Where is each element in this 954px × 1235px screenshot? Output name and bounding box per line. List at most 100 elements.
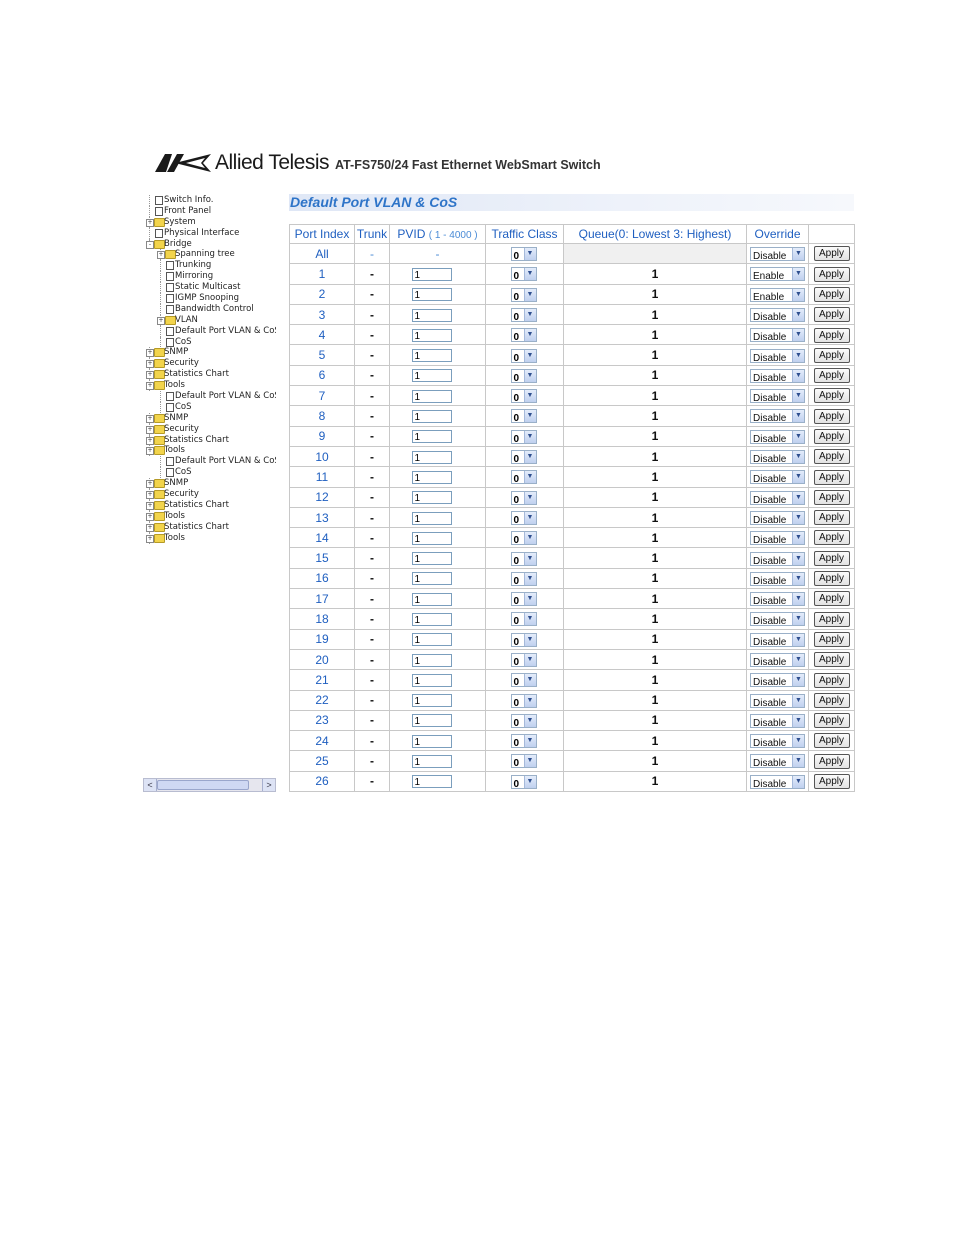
- apply-button[interactable]: Apply: [813, 713, 850, 729]
- expand-icon[interactable]: +: [146, 512, 154, 521]
- expand-icon[interactable]: +: [146, 349, 154, 358]
- override-all-select[interactable]: Disable ▼: [750, 247, 805, 262]
- tree-item[interactable]: + Statistics Chart: [143, 499, 276, 511]
- tree-item-label[interactable]: Tools: [164, 533, 185, 544]
- expand-icon[interactable]: +: [146, 447, 154, 456]
- expand-icon[interactable]: +: [146, 414, 154, 423]
- pvid-input[interactable]: 1: [411, 511, 452, 525]
- tree-item[interactable]: Bandwidth Control: [143, 303, 276, 315]
- pvid-input[interactable]: 1: [411, 714, 452, 728]
- pvid-input[interactable]: 1: [411, 369, 452, 383]
- tree-item[interactable]: + SNMP: [143, 347, 276, 359]
- override-select[interactable]: Disable ▼: [750, 754, 805, 769]
- expand-icon[interactable]: +: [146, 382, 154, 391]
- apply-button[interactable]: Apply: [813, 489, 850, 505]
- apply-button[interactable]: Apply: [813, 733, 850, 749]
- tree-item-label[interactable]: Bandwidth Control: [175, 304, 254, 315]
- expand-icon[interactable]: +: [146, 480, 154, 489]
- pvid-input[interactable]: 1: [411, 410, 452, 424]
- tree-item-label[interactable]: Static Multicast: [175, 282, 240, 293]
- pvid-input[interactable]: 1: [411, 673, 452, 687]
- tree-item[interactable]: + VLAN: [143, 314, 276, 326]
- tree-item[interactable]: + Tools: [143, 532, 276, 544]
- tree-item[interactable]: Switch Info.: [143, 195, 276, 206]
- apply-button[interactable]: Apply: [813, 347, 850, 363]
- tree-item[interactable]: CoS: [143, 336, 276, 348]
- expand-icon[interactable]: +: [146, 436, 154, 445]
- pvid-input[interactable]: 1: [411, 491, 452, 505]
- apply-button[interactable]: Apply: [813, 774, 850, 790]
- apply-all-button[interactable]: Apply: [813, 246, 850, 262]
- traffic-class-select[interactable]: 0 ▼: [510, 389, 537, 404]
- expand-icon[interactable]: +: [157, 251, 165, 260]
- traffic-class-select[interactable]: 0 ▼: [510, 287, 537, 303]
- traffic-class-select[interactable]: 0 ▼: [510, 632, 537, 648]
- expand-icon[interactable]: +: [157, 316, 165, 325]
- expand-icon[interactable]: +: [146, 491, 154, 500]
- apply-button[interactable]: Apply: [813, 388, 850, 404]
- override-select[interactable]: Disable ▼: [750, 551, 805, 567]
- tree-item[interactable]: + Tools: [143, 380, 276, 392]
- pvid-input[interactable]: 1: [411, 633, 452, 647]
- apply-button[interactable]: Apply: [813, 591, 850, 607]
- tree-item[interactable]: + Security: [143, 358, 276, 370]
- pvid-input[interactable]: 1: [411, 572, 452, 586]
- traffic-class-select[interactable]: 0 ▼: [510, 510, 537, 526]
- tree-item-label[interactable]: Statistics Chart: [164, 369, 229, 380]
- tree-horizontal-scrollbar[interactable]: < >: [143, 778, 276, 792]
- pvid-input[interactable]: 1: [411, 694, 452, 708]
- apply-button[interactable]: Apply: [813, 530, 850, 546]
- tree-item-label[interactable]: CoS: [175, 337, 192, 348]
- tree-item-label[interactable]: SNMP: [164, 413, 188, 424]
- override-select[interactable]: Disable ▼: [750, 510, 805, 526]
- tree-item[interactable]: CoS: [143, 401, 276, 413]
- pvid-input[interactable]: 1: [411, 531, 452, 545]
- apply-button[interactable]: Apply: [813, 469, 850, 485]
- override-select[interactable]: Disable ▼: [750, 612, 805, 627]
- tree-item[interactable]: CoS: [143, 467, 276, 479]
- override-select[interactable]: Disable ▼: [750, 450, 805, 465]
- override-select[interactable]: Disable ▼: [750, 774, 805, 790]
- tree-item[interactable]: + System: [143, 216, 276, 228]
- tree-item[interactable]: + SNMP: [143, 412, 276, 424]
- tree-item[interactable]: Trunking: [143, 260, 276, 272]
- traffic-class-select[interactable]: 0 ▼: [510, 368, 537, 384]
- apply-button[interactable]: Apply: [813, 631, 850, 647]
- override-select[interactable]: Disable ▼: [750, 713, 805, 729]
- traffic-class-select[interactable]: 0 ▼: [510, 571, 537, 587]
- traffic-class-select[interactable]: 0 ▼: [510, 551, 537, 567]
- tree-item[interactable]: + Security: [143, 489, 276, 500]
- tree-item-label[interactable]: Front Panel: [164, 206, 211, 217]
- traffic-class-select[interactable]: 0 ▼: [510, 429, 537, 445]
- traffic-class-select[interactable]: 0 ▼: [510, 490, 537, 506]
- traffic-class-select[interactable]: 0 ▼: [510, 267, 537, 282]
- tree-item[interactable]: + Statistics Chart: [143, 434, 276, 446]
- override-select[interactable]: Enable ▼: [750, 267, 805, 282]
- tree-item[interactable]: Static Multicast: [143, 282, 276, 294]
- tree-item[interactable]: + Statistics Chart: [143, 369, 276, 381]
- pvid-input[interactable]: 1: [411, 470, 452, 484]
- apply-button[interactable]: Apply: [813, 449, 850, 465]
- apply-button[interactable]: Apply: [813, 753, 850, 769]
- override-select[interactable]: Disable ▼: [750, 368, 805, 384]
- apply-button[interactable]: Apply: [813, 692, 850, 708]
- traffic-class-select[interactable]: 0 ▼: [510, 693, 537, 709]
- traffic-class-select[interactable]: 0 ▼: [510, 713, 537, 729]
- traffic-class-select[interactable]: 0 ▼: [510, 307, 537, 323]
- pvid-input[interactable]: 1: [411, 308, 452, 322]
- tree-item-label[interactable]: SNMP: [164, 478, 188, 489]
- traffic-class-select[interactable]: 0 ▼: [510, 328, 537, 343]
- tree-item-label[interactable]: CoS: [175, 402, 192, 413]
- traffic-class-select[interactable]: 0 ▼: [510, 531, 537, 546]
- pvid-input[interactable]: 1: [411, 755, 452, 769]
- tree-item-label[interactable]: CoS: [175, 467, 192, 478]
- tree-item[interactable]: + SNMP: [143, 478, 276, 490]
- override-select[interactable]: Disable ▼: [750, 389, 805, 404]
- tree-item-label[interactable]: Default Port VLAN & CoS: [175, 456, 276, 467]
- tree-item[interactable]: + Tools: [143, 510, 276, 522]
- traffic-class-select[interactable]: 0 ▼: [510, 754, 537, 769]
- pvid-input[interactable]: 1: [411, 389, 452, 403]
- tree-item-label[interactable]: Default Port VLAN & CoS: [175, 326, 276, 337]
- scroll-left-arrow-icon[interactable]: <: [144, 779, 157, 791]
- traffic-class-all-select[interactable]: 0 ▼: [510, 247, 537, 262]
